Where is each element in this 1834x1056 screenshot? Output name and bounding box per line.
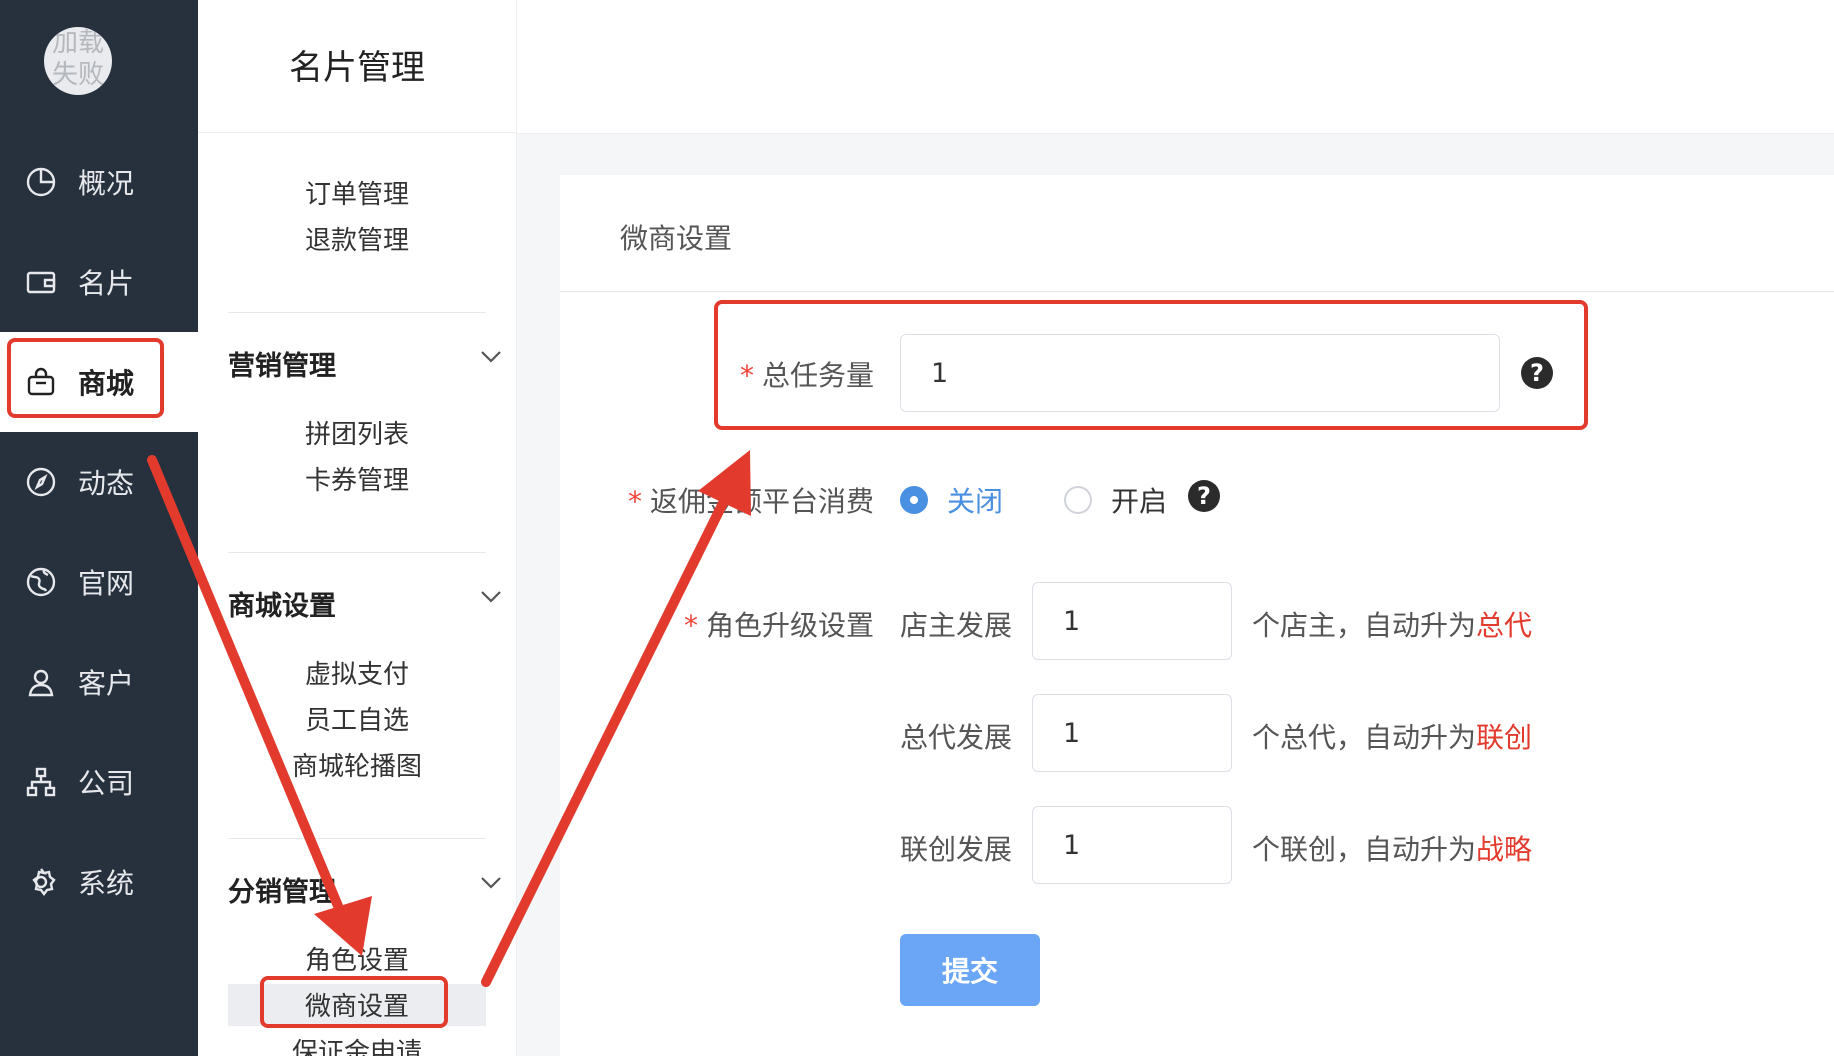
nav-label: 动态 (78, 467, 135, 500)
rebate-on-radio[interactable] (1064, 486, 1092, 514)
sub-sidebar: 名片管理 订单管理 退款管理 营销管理 拼团列表 卡券管理 商城设置 虚拟支付 … (198, 0, 517, 1056)
input-value: 1 (1063, 605, 1081, 637)
suffix-text: 个总代，自动升为 (1252, 721, 1477, 754)
sidebar-item-group-buy[interactable]: 拼团列表 (198, 414, 516, 451)
chevron-down-icon (481, 351, 501, 363)
nav-label: 概况 (78, 167, 135, 200)
rebate-label: * 返佣金额平台消费 (628, 480, 874, 520)
section-title: 营销管理 (228, 351, 336, 382)
chevron-down-icon (481, 877, 501, 889)
required-mark: * (628, 485, 642, 518)
nav-item-website[interactable]: 官网 (0, 532, 198, 632)
label-text: 返佣金额平台消费 (650, 485, 875, 518)
suffix-text: 个联创，自动升为 (1252, 833, 1477, 866)
nav-item-company[interactable]: 公司 (0, 732, 198, 832)
section-marketing[interactable]: 营销管理 (228, 344, 501, 383)
sidebar-item-refunds[interactable]: 退款管理 (198, 220, 516, 257)
nav-label: 名片 (78, 267, 135, 300)
nav-item-overview[interactable]: 概况 (0, 132, 198, 232)
user-icon (24, 665, 58, 699)
co-founder-dev-label: 联创发展 (900, 833, 1013, 866)
chevron-down-icon (481, 591, 501, 603)
required-mark: * (684, 609, 698, 642)
label-text: 角色升级设置 (706, 609, 875, 642)
gear-icon (24, 865, 58, 899)
section-mall-settings[interactable]: 商城设置 (228, 584, 501, 623)
annotation-box-total-tasks (714, 300, 1588, 430)
suffix-text: 个店主，自动升为 (1252, 609, 1477, 642)
input-value: 1 (1063, 717, 1081, 749)
help-icon[interactable]: ? (1188, 480, 1220, 512)
nav-label: 系统 (78, 867, 135, 900)
general-agent-dev-input[interactable]: 1 (1032, 694, 1232, 772)
avatar-fallback-text: 加载失败 (51, 28, 104, 90)
co-founder-dev-input[interactable]: 1 (1032, 806, 1232, 884)
top-bar (517, 0, 1834, 134)
input-value: 1 (1063, 829, 1081, 861)
nav-label: 公司 (78, 767, 135, 800)
annotation-box-mall (7, 338, 164, 418)
shop-owner-dev-input[interactable]: 1 (1032, 582, 1232, 660)
target-role: 总代 (1476, 609, 1533, 642)
pie-chart-icon (24, 165, 58, 199)
wallet-icon (24, 265, 58, 299)
compass-icon (24, 465, 58, 499)
divider (228, 552, 486, 553)
rebate-off-radio[interactable] (900, 486, 928, 514)
general-agent-upgrade-text: 个总代，自动升为联创 (1252, 716, 1532, 756)
annotation-box-wechat-settings (260, 976, 448, 1028)
role-upgrade-label: * 角色升级设置 (684, 604, 874, 644)
sidebar-item-orders[interactable]: 订单管理 (198, 174, 516, 211)
avatar[interactable]: 加载失败 (44, 27, 112, 95)
rebate-off-label[interactable]: 关闭 (947, 480, 1003, 520)
sidebar-item-carousel[interactable]: 商城轮播图 (198, 746, 516, 783)
org-chart-icon (24, 765, 58, 799)
rebate-on-label[interactable]: 开启 (1111, 480, 1167, 520)
shop-owner-upgrade-text: 个店主，自动升为总代 (1252, 604, 1532, 644)
sidebar-item-virtual-pay[interactable]: 虚拟支付 (198, 654, 516, 691)
card-title: 微商设置 (620, 222, 733, 255)
submit-button[interactable]: 提交 (900, 934, 1040, 1006)
sidebar-item-coupons[interactable]: 卡券管理 (198, 460, 516, 497)
nav-label: 客户 (78, 667, 135, 700)
general-agent-dev-label: 总代发展 (900, 721, 1013, 754)
main-nav-rail: 加载失败 概况 名片 商城 动态 官网 客户 公司 系统 (0, 0, 198, 1056)
nav-item-card[interactable]: 名片 (0, 232, 198, 332)
nav-item-system[interactable]: 系统 (0, 832, 198, 932)
nav-item-customer[interactable]: 客户 (0, 632, 198, 732)
globe-icon (24, 565, 58, 599)
divider (560, 291, 1834, 292)
divider (228, 312, 486, 313)
nav-label: 官网 (78, 567, 135, 600)
divider (228, 838, 486, 839)
target-role: 联创 (1476, 721, 1533, 754)
sidebar-item-deposit-apply[interactable]: 保证金申请 (198, 1032, 516, 1056)
section-distribution[interactable]: 分销管理 (228, 870, 501, 909)
sidebar-item-staff-select[interactable]: 员工自选 (198, 700, 516, 737)
divider (198, 132, 516, 133)
shop-owner-dev-label: 店主发展 (900, 609, 1013, 642)
co-founder-upgrade-text: 个联创，自动升为战略 (1252, 828, 1532, 868)
sidebar-item-role-settings[interactable]: 角色设置 (198, 940, 516, 977)
sidebar-title: 名片管理 (289, 48, 425, 88)
nav-item-feed[interactable]: 动态 (0, 432, 198, 532)
target-role: 战略 (1476, 833, 1533, 866)
section-title: 商城设置 (228, 591, 336, 622)
section-title: 分销管理 (228, 877, 336, 908)
